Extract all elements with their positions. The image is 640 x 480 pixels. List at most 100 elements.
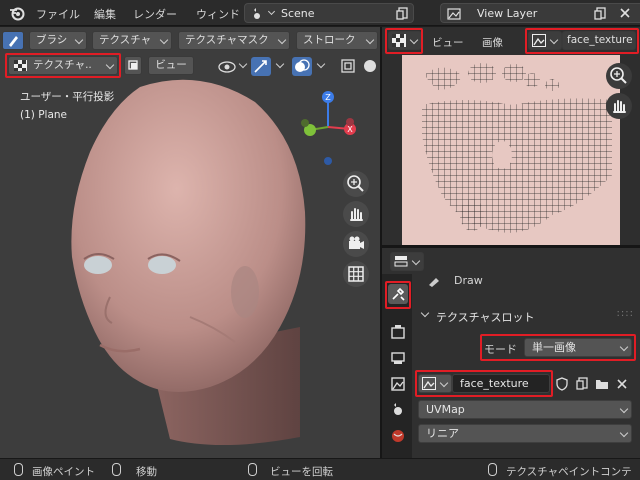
interpolation-dropdown[interactable]: リニア xyxy=(418,424,632,443)
chevron-down-icon[interactable] xyxy=(238,59,248,69)
transform-gizmo-icon xyxy=(254,60,267,73)
chevron-down-icon xyxy=(267,7,276,16)
view-layer-name: View Layer xyxy=(477,7,538,20)
texture-canvas[interactable] xyxy=(402,55,620,245)
shading-solid-icon[interactable] xyxy=(362,58,378,74)
properties-tab-column xyxy=(382,274,412,458)
view-perspective-label: ユーザー・平行投影 xyxy=(20,91,115,103)
scene-selector[interactable]: Scene xyxy=(244,3,414,23)
drag-handle-icon[interactable]: :::: xyxy=(617,308,634,319)
status-bar: 画像ペイント 移動 ビューを回転 テクスチャペイントコンテ xyxy=(0,458,640,480)
paint-mode-button[interactable] xyxy=(2,31,24,50)
tool-settings-icon xyxy=(392,287,405,301)
neg-x-handle xyxy=(346,118,354,126)
view-menu-button[interactable]: ビュー xyxy=(148,56,194,75)
brush-preview-icon xyxy=(429,278,439,287)
brush-icon xyxy=(9,36,18,47)
context-mouse-icon xyxy=(488,463,497,476)
tab-texture-mask[interactable]: テクスチャマスク xyxy=(178,31,290,50)
hand-icon xyxy=(613,100,626,113)
tab-scene[interactable] xyxy=(388,400,408,420)
camera-icon xyxy=(349,236,364,249)
image-name-field[interactable]: face_texture xyxy=(562,31,636,50)
image-editor-icon xyxy=(392,34,406,47)
menu-view[interactable]: ビュー xyxy=(432,35,464,50)
navigation-gizmo[interactable]: Z X xyxy=(290,87,370,167)
status-right-action: ビューを回転 xyxy=(270,466,333,478)
zoom-button[interactable] xyxy=(343,171,369,197)
image-name-field[interactable]: face_texture xyxy=(452,374,550,393)
tab-render[interactable] xyxy=(388,322,408,342)
texture-slots-panel-header[interactable]: テクスチャスロット :::: xyxy=(418,306,636,326)
tab-view-layer[interactable] xyxy=(388,374,408,394)
image-editor-header: ビュー 画像 face_texture xyxy=(382,27,640,55)
3d-viewport[interactable]: ブラシ テクスチャ テクスチャマスク ストローク テクスチャ.. ビュー ユーザ… xyxy=(0,27,380,458)
blender-logo-icon[interactable] xyxy=(8,4,26,22)
tab-tool[interactable] xyxy=(388,284,408,304)
neg-z-handle xyxy=(324,157,332,165)
gizmo-toggle[interactable] xyxy=(251,57,271,76)
visibility-eye-icon[interactable] xyxy=(218,59,240,75)
new-view-layer-icon[interactable] xyxy=(593,6,609,21)
tab-world[interactable] xyxy=(388,426,408,446)
render-icon xyxy=(391,325,405,339)
top-bar: ファイル 編集 レンダー ウィンド Scene View Layer xyxy=(0,0,640,26)
new-scene-icon[interactable] xyxy=(395,6,411,21)
status-middle-action: 移動 xyxy=(136,466,157,478)
right-mouse-icon xyxy=(248,463,257,476)
image-zoom-button[interactable] xyxy=(606,63,632,89)
mode-dropdown[interactable]: テクスチャ.. xyxy=(8,56,118,75)
image-icon xyxy=(532,34,546,47)
tab-output[interactable] xyxy=(388,348,408,368)
menu-file[interactable]: ファイル xyxy=(36,6,80,22)
panel-title: テクスチャスロット xyxy=(436,311,535,324)
properties-type-dropdown[interactable] xyxy=(390,252,424,271)
view-layer-icon xyxy=(447,8,461,20)
view-layer-selector[interactable]: View Layer xyxy=(440,3,640,23)
duplicate-icon[interactable] xyxy=(574,376,590,392)
xray-icon[interactable] xyxy=(340,58,356,74)
fake-user-shield-icon[interactable] xyxy=(554,376,570,392)
tab-stroke[interactable]: ストローク xyxy=(296,31,378,50)
output-icon xyxy=(391,352,405,364)
object-name-label: (1) Plane xyxy=(20,109,68,121)
image-pan-button[interactable] xyxy=(606,93,632,119)
chevron-down-icon[interactable] xyxy=(316,59,326,69)
remove-view-layer-icon[interactable] xyxy=(617,6,633,21)
editor-type-dropdown[interactable] xyxy=(388,31,422,50)
unlink-close-icon[interactable] xyxy=(614,376,630,392)
menu-image[interactable]: 画像 xyxy=(482,35,503,50)
camera-view-button[interactable] xyxy=(343,231,369,257)
image-editor[interactable]: ビュー 画像 face_texture xyxy=(382,27,640,245)
image-browse-dropdown[interactable] xyxy=(418,374,452,393)
mode-dropdown[interactable]: 単一画像 xyxy=(524,338,632,357)
overlay-icon xyxy=(295,59,310,72)
left-mouse-icon xyxy=(14,463,23,476)
menu-render[interactable]: レンダー xyxy=(133,6,177,22)
brush-name: Draw xyxy=(454,274,483,287)
world-icon xyxy=(392,430,404,442)
tab-texture[interactable]: テクスチャ xyxy=(92,31,172,50)
chevron-down-icon[interactable] xyxy=(275,59,285,69)
pan-button[interactable] xyxy=(343,201,369,227)
hand-icon xyxy=(350,208,363,221)
properties-editor[interactable]: Draw テクスチャスロット :::: モード 単一画像 face_textur… xyxy=(382,248,640,458)
zoom-icon xyxy=(347,175,364,192)
tool-tab-row: ブラシ テクスチャ テクスチャマスク ストローク xyxy=(0,31,380,55)
uv-map-dropdown[interactable]: UVMap xyxy=(418,400,632,419)
status-context: テクスチャペイントコンテ xyxy=(506,466,632,478)
display-icon-button[interactable] xyxy=(124,56,142,75)
image-browse-dropdown[interactable] xyxy=(528,31,562,50)
menu-window[interactable]: ウィンド xyxy=(196,6,240,22)
panel-collapse-chevron-icon xyxy=(420,308,430,318)
scene-icon xyxy=(394,403,402,415)
open-folder-icon[interactable] xyxy=(594,376,610,392)
checker-icon xyxy=(14,60,27,71)
middle-mouse-icon xyxy=(112,463,121,476)
tab-brush[interactable]: ブラシ xyxy=(29,31,87,50)
ortho-toggle-button[interactable] xyxy=(343,261,369,287)
menu-edit[interactable]: 編集 xyxy=(94,6,116,22)
uv-mesh xyxy=(422,63,612,233)
overlay-toggle[interactable] xyxy=(292,57,312,76)
image-icon xyxy=(422,377,436,390)
